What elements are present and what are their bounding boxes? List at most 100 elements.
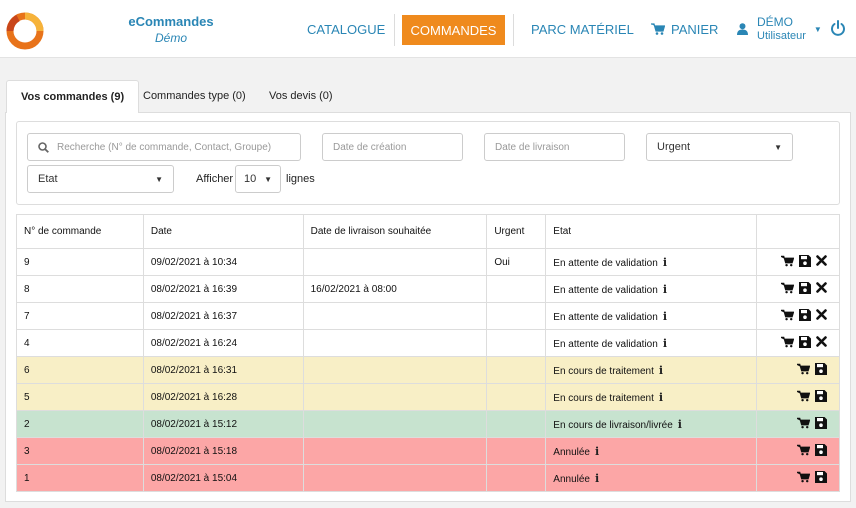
table-row[interactable]: 2 08/02/2021 à 15:12 En cours de livraison…: [16, 410, 841, 438]
info-icon[interactable]: i: [663, 337, 667, 350]
order-delivery-date: [302, 437, 488, 465]
date-livraison-input[interactable]: Date de livraison: [484, 133, 625, 161]
order-status-label: En attente de validation: [553, 257, 658, 269]
order-urgent: [486, 329, 547, 357]
reorder-cart-icon[interactable]: [780, 309, 795, 324]
info-icon[interactable]: i: [663, 283, 667, 296]
order-status-label: Annulée: [553, 446, 590, 458]
order-status: En cours de traitement i: [545, 383, 757, 411]
etat-select[interactable]: Etat ▼: [27, 165, 174, 193]
col-header-num[interactable]: N° de commande: [16, 214, 144, 249]
order-actions: [755, 302, 841, 330]
table-row[interactable]: 3 08/02/2021 à 15:18 Annulée i: [16, 437, 841, 465]
order-urgent: [486, 437, 547, 465]
table-row[interactable]: 7 08/02/2021 à 16:37 En attente de validat…: [16, 302, 841, 330]
order-date: 08/02/2021 à 15:12: [142, 410, 304, 438]
info-icon[interactable]: i: [659, 391, 663, 404]
info-icon[interactable]: i: [659, 364, 663, 377]
info-icon[interactable]: i: [595, 445, 599, 458]
order-actions: [755, 248, 841, 276]
cancel-icon[interactable]: [816, 255, 827, 269]
order-actions: [755, 275, 841, 303]
order-delivery-date: [302, 383, 488, 411]
date-creation-input[interactable]: Date de création: [322, 133, 463, 161]
order-status-label: En attente de validation: [553, 284, 658, 296]
col-header-urgent[interactable]: Urgent: [486, 214, 547, 249]
page-size-select[interactable]: 10 ▼: [235, 165, 281, 193]
save-icon[interactable]: [799, 335, 811, 351]
save-icon[interactable]: [815, 416, 827, 432]
tab-commandes-type[interactable]: Commandes type (0): [129, 80, 260, 112]
nav-panier[interactable]: PANIER: [651, 0, 718, 58]
save-icon[interactable]: [815, 470, 827, 486]
order-number: 1: [16, 464, 144, 492]
order-date: 08/02/2021 à 15:04: [142, 464, 304, 492]
order-number: 6: [16, 356, 144, 384]
order-number: 9: [16, 248, 144, 276]
order-status-label: En cours de traitement: [553, 365, 654, 377]
order-number: 5: [16, 383, 144, 411]
info-icon[interactable]: i: [595, 472, 599, 485]
save-icon[interactable]: [815, 389, 827, 405]
save-icon[interactable]: [799, 281, 811, 297]
user-menu[interactable]: DÉMO Utilisateur ▼: [737, 14, 822, 44]
user-role: Utilisateur: [757, 30, 806, 42]
table-row[interactable]: 1 08/02/2021 à 15:04 Annulée i: [16, 464, 841, 492]
save-icon[interactable]: [799, 308, 811, 324]
chevron-down-icon: ▼: [155, 174, 163, 184]
info-icon[interactable]: i: [678, 418, 682, 431]
order-date: 08/02/2021 à 16:31: [142, 356, 304, 384]
order-date: 09/02/2021 à 10:34: [142, 248, 304, 276]
reorder-cart-icon[interactable]: [780, 282, 795, 297]
search-placeholder: Recherche (N° de commande, Contact, Grou…: [57, 141, 272, 153]
table-row[interactable]: 6 08/02/2021 à 16:31 En cours de traitemen…: [16, 356, 841, 384]
tab-vos-commandes[interactable]: Vos commandes (9): [6, 80, 140, 113]
power-icon[interactable]: [830, 20, 846, 37]
search-icon: [38, 141, 49, 153]
save-icon[interactable]: [815, 362, 827, 378]
order-date: 08/02/2021 à 16:24: [142, 329, 304, 357]
search-input[interactable]: Recherche (N° de commande, Contact, Grou…: [27, 133, 301, 161]
table-row[interactable]: 9 09/02/2021 à 10:34 Oui En attente de vali…: [16, 248, 841, 276]
chevron-down-icon: ▼: [774, 142, 782, 152]
reorder-cart-icon[interactable]: [796, 417, 811, 432]
table-row[interactable]: 4 08/02/2021 à 16:24 En attente de validat…: [16, 329, 841, 357]
nav-parc-materiel[interactable]: PARC MATÉRIEL: [531, 0, 634, 58]
order-status: En attente de validation i: [545, 329, 757, 357]
reorder-cart-icon[interactable]: [796, 363, 811, 378]
table-row[interactable]: 5 08/02/2021 à 16:28 En cours de traitemen…: [16, 383, 841, 411]
col-header-date[interactable]: Date: [142, 214, 304, 249]
reorder-cart-icon[interactable]: [796, 390, 811, 405]
cancel-icon[interactable]: [816, 336, 827, 350]
orders-table: N° de commande Date Date de livraison so…: [16, 214, 841, 492]
brand[interactable]: eCommandes Démo: [128, 14, 214, 45]
order-urgent: Oui: [486, 248, 547, 276]
reorder-cart-icon[interactable]: [796, 471, 811, 486]
order-status: En cours de livraison/livrée i: [545, 410, 757, 438]
col-header-etat[interactable]: Etat: [545, 214, 757, 249]
logo-icon[interactable]: [6, 12, 44, 50]
tab-vos-devis[interactable]: Vos devis (0): [255, 80, 347, 112]
order-number: 4: [16, 329, 144, 357]
brand-subtitle: Démo: [154, 31, 187, 45]
table-row[interactable]: 8 08/02/2021 à 16:39 16/02/2021 à 08:00 En …: [16, 275, 841, 303]
order-urgent: [486, 383, 547, 411]
urgent-select[interactable]: Urgent ▼: [646, 133, 793, 161]
nav-catalogue[interactable]: CATALOGUE: [307, 0, 385, 58]
order-delivery-date: [302, 410, 488, 438]
info-icon[interactable]: i: [663, 256, 667, 269]
info-icon[interactable]: i: [663, 310, 667, 323]
save-icon[interactable]: [799, 254, 811, 270]
reorder-cart-icon[interactable]: [780, 255, 795, 270]
urgent-select-value: Urgent: [657, 141, 691, 153]
nav-commandes[interactable]: COMMANDES: [402, 15, 505, 45]
order-delivery-date: [302, 302, 488, 330]
save-icon[interactable]: [815, 443, 827, 459]
afficher-label: Afficher: [196, 173, 234, 185]
reorder-cart-icon[interactable]: [780, 336, 795, 351]
order-status-label: En cours de livraison/livrée: [553, 419, 673, 431]
col-header-livraison[interactable]: Date de livraison souhaitée: [302, 214, 488, 249]
cancel-icon[interactable]: [816, 282, 827, 296]
reorder-cart-icon[interactable]: [796, 444, 811, 459]
cancel-icon[interactable]: [816, 309, 827, 323]
